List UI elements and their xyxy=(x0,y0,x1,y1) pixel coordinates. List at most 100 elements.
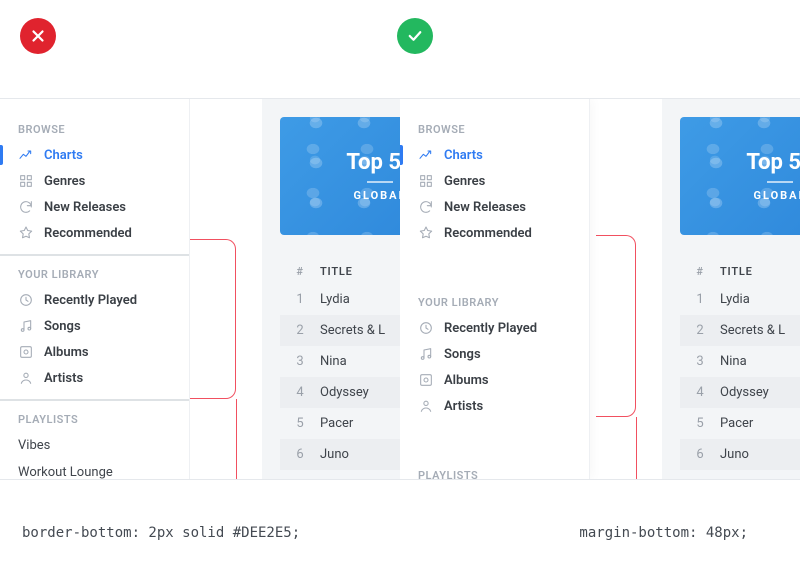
sidebar-item-label: Songs xyxy=(44,319,81,334)
hero-title: Top 50 xyxy=(746,150,800,175)
section-library: YOUR LIBRARY Recently Played Songs Album… xyxy=(0,256,189,401)
content-pane: Top 50 GLOBAL # TITLE 1Lydia 2Secrets & … xyxy=(262,99,400,479)
section-title-playlists: PLAYLISTS xyxy=(400,457,589,479)
sidebar-item-recommended[interactable]: Recommended xyxy=(0,220,189,246)
sidebar-item-label: Recently Played xyxy=(444,321,537,336)
table-row[interactable]: 2Secrets & L xyxy=(680,315,800,346)
sidebar-item-label: Genres xyxy=(44,174,85,189)
comparison-panels: BROWSE Charts Genres New Releases Recomm… xyxy=(0,98,800,480)
sidebar-item-songs[interactable]: Songs xyxy=(400,341,589,367)
sidebar-item-albums[interactable]: Albums xyxy=(0,339,189,365)
hero-card[interactable]: Top 50 GLOBAL xyxy=(680,117,800,235)
star-icon xyxy=(18,225,34,241)
sidebar-bad: BROWSE Charts Genres New Releases Recomm… xyxy=(0,99,190,479)
col-title: TITLE xyxy=(720,265,800,278)
sidebar-item-new-releases[interactable]: New Releases xyxy=(0,194,189,220)
section-title-playlists: PLAYLISTS xyxy=(0,401,189,432)
chart-icon xyxy=(418,147,434,163)
sidebar-item-new-releases[interactable]: New Releases xyxy=(400,194,589,220)
sidebar-item-genres[interactable]: Genres xyxy=(0,168,189,194)
table-row[interactable]: 4Odyssey xyxy=(680,377,800,408)
sidebar-item-albums[interactable]: Albums xyxy=(400,367,589,393)
sidebar-good: BROWSE Charts Genres New Releases Recomm… xyxy=(400,99,590,479)
table-row[interactable]: 4Odyssey xyxy=(280,377,400,408)
track-table: # TITLE 1Lydia 2Secrets & L 3Nina 4Odyss… xyxy=(280,259,400,470)
sidebar-item-label: Recommended xyxy=(444,226,532,241)
content-pane: Top 50 GLOBAL # TITLE 1Lydia 2Secrets & … xyxy=(662,99,800,479)
table-row[interactable]: 6Juno xyxy=(680,439,800,470)
table-row[interactable]: 5Pacer xyxy=(680,408,800,439)
sidebar-item-songs[interactable]: Songs xyxy=(0,313,189,339)
hero-card[interactable]: Top 50 GLOBAL xyxy=(280,117,400,235)
sidebar-item-label: Genres xyxy=(444,174,485,189)
star-icon xyxy=(418,225,434,241)
refresh-icon xyxy=(18,199,34,215)
grid-icon xyxy=(18,173,34,189)
caption-bad: border-bottom: 2px solid #DEE2E5; xyxy=(22,525,300,541)
section-library: YOUR LIBRARY Recently Played Songs Album… xyxy=(400,284,589,419)
sidebar-item-label: Recommended xyxy=(44,226,132,241)
annotation-bracket-good xyxy=(596,235,636,417)
sidebar-item-recently-played[interactable]: Recently Played xyxy=(0,287,189,313)
caption-good: margin-bottom: 48px; xyxy=(579,525,748,541)
hero-subtitle: GLOBAL xyxy=(753,189,800,202)
sidebar-item-artists[interactable]: Artists xyxy=(0,365,189,391)
status-good-icon xyxy=(397,18,433,54)
refresh-icon xyxy=(418,199,434,215)
section-browse: BROWSE Charts Genres New Releases Recomm… xyxy=(0,111,189,256)
section-title-browse: BROWSE xyxy=(0,111,189,142)
section-title-browse: BROWSE xyxy=(400,111,589,142)
col-title: TITLE xyxy=(320,265,400,278)
section-playlists: PLAYLISTS Vibes Workout Lounge xyxy=(0,401,189,479)
annotation-tail-good xyxy=(636,417,637,479)
clock-icon xyxy=(418,320,434,336)
note-icon xyxy=(18,318,34,334)
table-row[interactable]: 3Nina xyxy=(280,346,400,377)
track-table: # TITLE 1Lydia 2Secrets & L 3Nina 4Odyss… xyxy=(680,259,800,470)
sidebar-item-label: Charts xyxy=(444,148,483,163)
hero-subtitle: GLOBAL xyxy=(353,189,400,202)
user-icon xyxy=(418,398,434,414)
col-number: # xyxy=(680,265,720,278)
sidebar-item-artists[interactable]: Artists xyxy=(400,393,589,419)
table-row[interactable]: 3Nina xyxy=(680,346,800,377)
sidebar-item-charts[interactable]: Charts xyxy=(400,142,589,168)
table-row[interactable]: 2Secrets & L xyxy=(280,315,400,346)
sidebar-item-label: Recently Played xyxy=(44,293,137,308)
sidebar-item-label: Charts xyxy=(44,148,83,163)
example-bad: BROWSE Charts Genres New Releases Recomm… xyxy=(0,99,400,479)
sidebar-item-recommended[interactable]: Recommended xyxy=(400,220,589,246)
sidebar-item-genres[interactable]: Genres xyxy=(400,168,589,194)
example-good: BROWSE Charts Genres New Releases Recomm… xyxy=(400,99,800,479)
table-row[interactable]: 5Pacer xyxy=(280,408,400,439)
playlist-item-workout[interactable]: Workout Lounge xyxy=(0,459,189,479)
sidebar-item-label: Artists xyxy=(44,371,83,386)
section-playlists: PLAYLISTS Vibes xyxy=(400,457,589,479)
col-number: # xyxy=(280,265,320,278)
playlist-item-vibes[interactable]: Vibes xyxy=(0,432,189,459)
user-icon xyxy=(18,370,34,386)
chart-icon xyxy=(18,147,34,163)
table-row[interactable]: 6Juno xyxy=(280,439,400,470)
sidebar-item-charts[interactable]: Charts xyxy=(0,142,189,168)
disc-icon xyxy=(18,344,34,360)
hero-title: Top 50 xyxy=(346,150,400,175)
sidebar-item-label: Albums xyxy=(444,373,489,388)
note-icon xyxy=(418,346,434,362)
section-title-library: YOUR LIBRARY xyxy=(400,284,589,315)
sidebar-item-label: Songs xyxy=(444,347,481,362)
sidebar-item-label: Albums xyxy=(44,345,89,360)
table-row[interactable]: 1Lydia xyxy=(280,284,400,315)
sidebar-item-label: New Releases xyxy=(44,200,126,215)
annotation-bracket-bad xyxy=(190,239,236,399)
section-browse: BROWSE Charts Genres New Releases Recomm… xyxy=(400,111,589,246)
disc-icon xyxy=(418,372,434,388)
sidebar-item-recently-played[interactable]: Recently Played xyxy=(400,315,589,341)
sidebar-item-label: New Releases xyxy=(444,200,526,215)
status-bad-icon xyxy=(20,18,56,54)
grid-icon xyxy=(418,173,434,189)
table-row[interactable]: 1Lydia xyxy=(680,284,800,315)
annotation-tail-bad xyxy=(236,399,237,479)
sidebar-item-label: Artists xyxy=(444,399,483,414)
clock-icon xyxy=(18,292,34,308)
